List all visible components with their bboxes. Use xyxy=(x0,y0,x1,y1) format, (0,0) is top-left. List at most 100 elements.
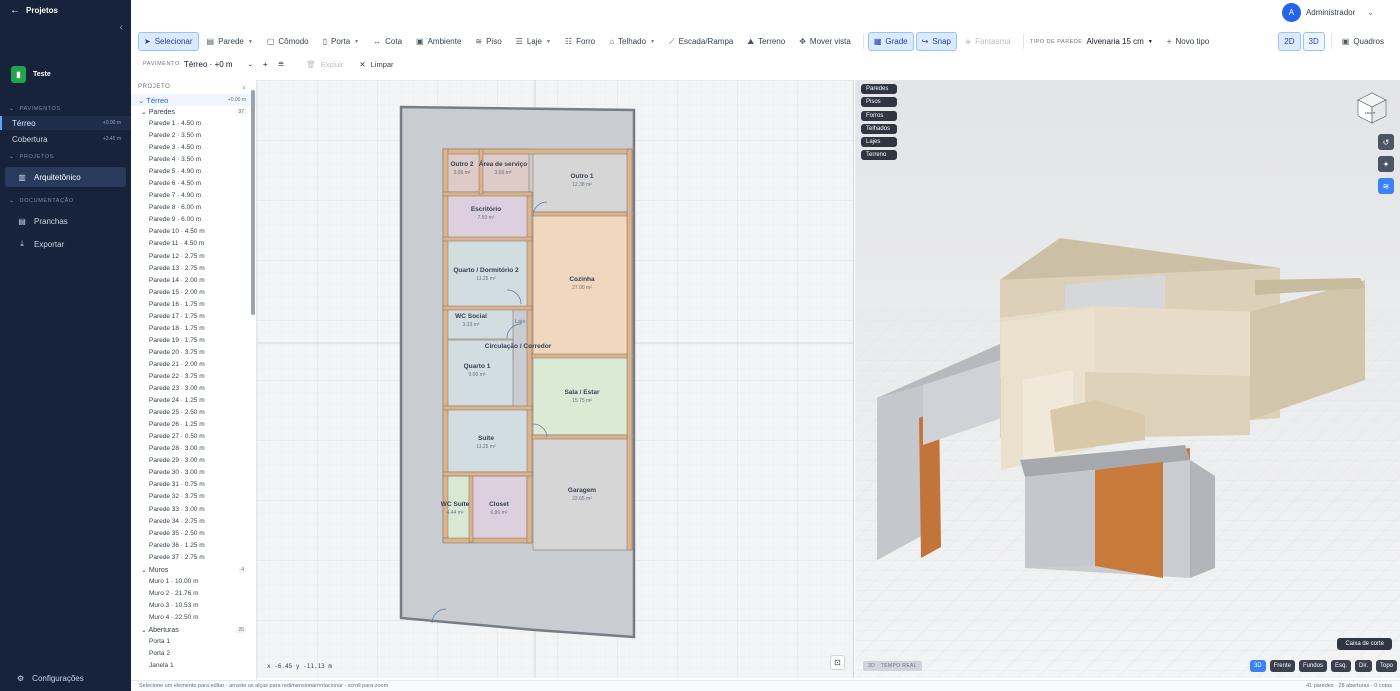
layer-telhados-button[interactable]: Telhados xyxy=(861,123,897,134)
tree-item[interactable]: Parede 37 · 2.75 m xyxy=(131,552,256,564)
wall-segment[interactable] xyxy=(442,148,449,543)
piso-tool[interactable]: ≋ Piso xyxy=(469,32,507,51)
cota-tool[interactable]: ↔ Cota xyxy=(367,32,408,51)
forro-tool[interactable]: ☷ Forro xyxy=(559,32,601,51)
selecionar-tool[interactable]: ➤ Selecionar xyxy=(138,32,199,51)
wall-segment[interactable] xyxy=(526,191,533,544)
user-menu[interactable]: A Administrador ⌄ xyxy=(1281,3,1374,22)
layer-paredes-button[interactable]: Paredes xyxy=(861,84,897,94)
tree-item[interactable]: Parede 20 · 3.75 m xyxy=(131,347,256,359)
tree-item[interactable]: Parede 27 · 0.50 m xyxy=(131,431,256,443)
tree-item[interactable]: Parede 34 · 2.75 m xyxy=(131,516,256,528)
fit-view-button[interactable]: ⊡ xyxy=(830,655,845,670)
tree-level-terreo[interactable]: ⌄ Térreo +0.00 m xyxy=(131,94,256,106)
view-cube[interactable]: FRONT xyxy=(1354,90,1390,126)
tree-item[interactable]: Parede 33 · 3.00 m xyxy=(131,504,256,516)
project-arquitetonico[interactable]: ▥ Arquitetônico xyxy=(5,167,126,187)
porta-tool[interactable]: ▯ Porta ▼ xyxy=(317,32,365,51)
tree-item[interactable]: Parede 24 · 1.25 m xyxy=(131,395,256,407)
nav-pranchas[interactable]: ▤ Pranchas xyxy=(5,211,126,231)
tree-item[interactable]: Parede 10 · 4.50 m xyxy=(131,226,256,238)
tree-item[interactable]: Parede 8 · 6.00 m xyxy=(131,202,256,214)
layers-tool-button[interactable]: ≋ xyxy=(1378,178,1394,194)
tree-item[interactable]: Parede 17 · 1.75 m xyxy=(131,311,256,323)
tree-item[interactable]: Parede 23 · 3.00 m xyxy=(131,383,256,395)
view-front-preset[interactable]: Frente xyxy=(1269,660,1295,672)
tree-group-paredes[interactable]: ⌄ Paredes 37 xyxy=(131,106,256,118)
tree-item[interactable]: Parede 32 · 3.75 m xyxy=(131,491,256,503)
tree-item[interactable]: Parede 25 · 2.50 m xyxy=(131,407,256,419)
wall-segment[interactable] xyxy=(531,211,628,217)
tree-item[interactable]: Parede 3 · 4.50 m xyxy=(131,142,256,154)
grid-toggle[interactable]: ▦ Grade xyxy=(867,32,914,51)
tree-item[interactable]: Parede 9 · 6.00 m xyxy=(131,214,256,226)
tree-item[interactable]: Parede 30 · 3.00 m xyxy=(131,467,256,479)
settings-link[interactable]: ⚙ Configurações xyxy=(17,674,84,683)
project-header[interactable]: ▮ Teste xyxy=(11,66,131,83)
view-top-preset[interactable]: Topo xyxy=(1375,660,1397,672)
delete-button[interactable]: 🗑︎ Excluir xyxy=(306,60,343,69)
walk-tool-button[interactable]: ✦ xyxy=(1378,156,1394,172)
tree-item[interactable]: Parede 22 · 3.75 m xyxy=(131,371,256,383)
section-box-button[interactable]: Caixa de corte xyxy=(1337,638,1392,650)
section-pavimentos[interactable]: ⌄ PAVIMENTOS xyxy=(0,105,131,113)
layer-lajes-button[interactable]: Lajes xyxy=(861,137,897,148)
plan-canvas[interactable]: Outro 2 3.06 m² Área de serviço 3.50 m² Outr… xyxy=(257,80,854,678)
back-to-projects[interactable]: ← Projetos xyxy=(0,0,131,20)
c-modo-tool[interactable]: ▢ Cômodo xyxy=(261,32,315,51)
view-3d-button[interactable]: 3D xyxy=(1302,32,1325,51)
layer-pisos-button[interactable]: Pisos xyxy=(861,97,897,108)
layer-forros-button[interactable]: Forros xyxy=(861,110,897,121)
wall-segment[interactable] xyxy=(442,148,633,155)
level-cobertura[interactable]: Cobertura +3.45 m xyxy=(0,132,131,146)
floor-plan[interactable]: Outro 2 3.06 m² Área de serviço 3.50 m² Outr… xyxy=(257,80,854,678)
tree-item[interactable]: Parede 15 · 2.00 m xyxy=(131,287,256,299)
wall-segment[interactable] xyxy=(442,537,533,544)
ghost-toggle[interactable]: ◈ Fantasma xyxy=(959,32,1017,51)
tree-item[interactable]: Parede 28 · 3.00 m xyxy=(131,443,256,455)
tree-item[interactable]: Parede 7 · 4.90 m xyxy=(131,190,256,202)
wall-segment[interactable] xyxy=(626,148,633,551)
room-13[interactable] xyxy=(470,475,528,543)
telhado-tool[interactable]: ⌂ Telhado ▼ xyxy=(603,32,661,51)
room-9[interactable] xyxy=(532,356,633,436)
mover-vista-tool[interactable]: ✥ Mover vista xyxy=(793,32,857,51)
wall-segment[interactable] xyxy=(468,475,474,543)
tree-item[interactable]: Parede 14 · 2.00 m xyxy=(131,275,256,287)
wall-segment[interactable] xyxy=(442,471,533,477)
tree-group-muros[interactable]: ⌄ Muros 4 xyxy=(131,564,256,576)
pavimento-select[interactable]: Térreo · +0 m ⌄ xyxy=(184,60,257,69)
tree-item[interactable]: Parede 4 · 3.50 m xyxy=(131,154,256,166)
escada-rampa-tool[interactable]: ⟋ Escada/Rampa xyxy=(663,32,739,51)
tree-item[interactable]: Parede 1 · 4.50 m xyxy=(131,118,256,130)
tree-item[interactable]: Parede 21 · 2.00 m xyxy=(131,359,256,371)
chevron-left-icon[interactable]: ‹ xyxy=(243,83,246,92)
terreno-tool[interactable]: ⛰ Terreno xyxy=(741,32,791,51)
laje-tool[interactable]: ☰ Laje ▼ xyxy=(510,32,557,51)
tree-item[interactable]: Porta 2 xyxy=(131,648,256,660)
tree-item[interactable]: Parede 13 · 2.75 m xyxy=(131,263,256,275)
tree-item[interactable]: Parede 36 · 1.25 m xyxy=(131,540,256,552)
wall-segment[interactable] xyxy=(442,305,533,311)
tree-item[interactable]: Parede 26 · 1.25 m xyxy=(131,419,256,431)
nav-exportar[interactable]: ⤓ Exportar xyxy=(5,234,126,254)
tree-item[interactable]: Muro 3 · 10.53 m xyxy=(131,600,256,612)
frames-button[interactable]: ▣ Quadros xyxy=(1336,32,1390,51)
snap-toggle[interactable]: ↪ Snap xyxy=(915,32,957,51)
wall-segment[interactable] xyxy=(478,148,484,195)
tree-item[interactable]: Porta 1 xyxy=(131,636,256,648)
ambiente-tool[interactable]: ▣ Ambiente xyxy=(410,32,467,51)
clear-button[interactable]: ✕ Limpar xyxy=(359,60,393,69)
tree-item[interactable]: Parede 12 · 2.75 m xyxy=(131,251,256,263)
tree-item[interactable]: Janela 1 xyxy=(131,660,256,672)
collapse-sidebar-icon[interactable]: ‹ xyxy=(120,22,123,33)
tree-item[interactable]: Parede 19 · 1.75 m xyxy=(131,335,256,347)
tree-item[interactable]: Parede 29 · 3.00 m xyxy=(131,455,256,467)
tree-group-aberturas[interactable]: ⌄ Aberturas 26 xyxy=(131,624,256,636)
tree-item[interactable]: Muro 1 · 10.00 m xyxy=(131,576,256,588)
tree-item[interactable]: Parede 5 · 4.90 m xyxy=(131,166,256,178)
new-type-button[interactable]: + Novo tipo xyxy=(1161,32,1215,51)
view-back-preset[interactable]: Fundos xyxy=(1298,660,1327,672)
parede-tool[interactable]: ▤ Parede ▼ xyxy=(201,32,259,51)
level-terreo[interactable]: Térreo +0.00 m xyxy=(0,116,131,130)
